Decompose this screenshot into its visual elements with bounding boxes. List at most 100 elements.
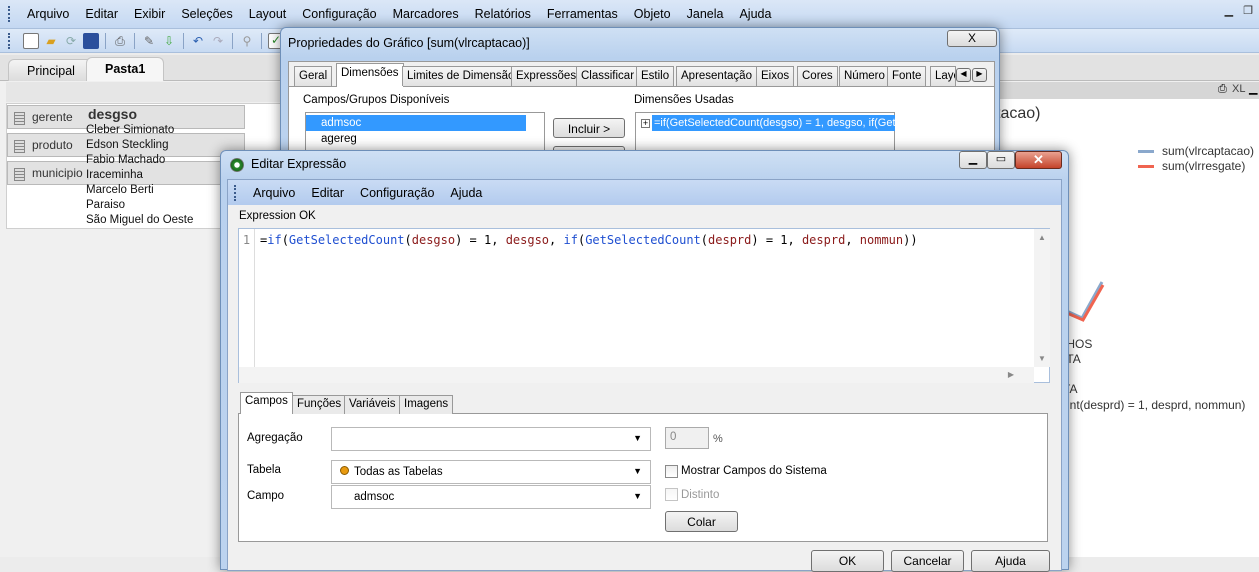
horizontal-scrollbar[interactable]: ▶ [239,367,1034,383]
reload-icon[interactable]: ⟳ [63,33,79,49]
menu-relatorios[interactable]: Relatórios [467,7,539,21]
tab-estilo[interactable]: Estilo [636,66,675,86]
menu-configuracao[interactable]: Configuração [352,186,442,200]
code-text: ) = 1, [751,233,802,247]
code-keyword: GetSelectedCount [585,233,701,247]
menu-arquivo[interactable]: Arquivo [245,186,303,200]
xl-export-icon[interactable]: XL [1232,83,1245,95]
open-icon[interactable]: ▰ [43,33,59,49]
legend-swatch [1138,149,1154,153]
tab-variaveis[interactable]: Variáveis [344,395,401,414]
menu-objeto[interactable]: Objeto [626,7,679,21]
tab-numero[interactable]: Número [839,66,890,86]
tab-limites[interactable]: Limites de Dimensão [402,66,520,86]
tab-dimensoes[interactable]: Dimensões [336,63,404,87]
undo-icon[interactable]: ↶ [190,33,206,49]
restore-icon[interactable]: ❐ [1243,4,1253,17]
print-icon[interactable]: ⎙ [112,33,128,49]
help-button[interactable]: Ajuda [971,550,1050,572]
menu-ajuda[interactable]: Ajuda [442,186,490,200]
close-button[interactable]: ✕ [1015,151,1062,169]
tab-pasta1[interactable]: Pasta1 [86,57,165,81]
separator [134,32,135,49]
tab-campos[interactable]: Campos [240,392,293,414]
tab-imagens[interactable]: Imagens [399,395,454,414]
list-item-selected[interactable]: =if(GetSelectedCount(desgso) = 1, desgso… [652,115,895,131]
expression-status: Expression OK [239,210,316,222]
menu-selecoes[interactable]: Seleções [173,7,240,21]
menu-editar[interactable]: Editar [77,7,126,21]
code-text: ( [404,233,412,247]
percent-sign: % [713,433,723,445]
list-item[interactable]: Edson Steckling [86,139,168,151]
campo-select[interactable]: admsoc ▼ [331,485,651,509]
menu-arquivo[interactable]: Arquivo [19,7,77,21]
print-icon[interactable]: ⎙ [1218,83,1227,96]
show-system-fields-checkbox[interactable] [665,465,678,478]
tab-geral[interactable]: Geral [294,66,333,86]
tab-principal[interactable]: Principal [8,59,94,81]
qlikview-logo-icon [230,158,244,172]
save-icon[interactable] [83,32,99,49]
reload-data-icon[interactable]: ⇩ [161,33,177,49]
table-dot-icon [340,466,349,475]
ok-button[interactable]: OK [811,550,884,572]
list-item[interactable]: Paraiso [86,199,125,211]
agregacao-label: Agregação [247,432,303,444]
expand-icon[interactable]: + [641,119,650,128]
menu-ferramentas[interactable]: Ferramentas [539,7,626,21]
close-button[interactable]: X [947,30,997,47]
menu-ajuda[interactable]: Ajuda [731,7,779,21]
code-keyword: if [267,233,282,247]
tab-expressoes[interactable]: Expressões [511,66,582,86]
colar-button[interactable]: Colar [665,511,738,532]
percent-input[interactable]: 0 [665,427,709,449]
minimize-button[interactable]: ▁ [959,151,987,169]
minimize-icon[interactable]: ▁ [1225,4,1233,17]
separator [105,32,106,49]
list-item-selected[interactable]: admsoc [306,115,526,131]
tab-layout[interactable]: Layo [930,66,956,86]
list-item[interactable]: agereg [306,131,544,147]
list-item[interactable]: São Miguel do Oeste [86,214,193,226]
list-item[interactable]: Cleber Simionato [86,124,174,136]
expression-code[interactable]: =if(GetSelectedCount(desgso) = 1, desgso… [260,233,918,247]
chevron-down-icon: ▼ [633,433,642,443]
chart-lines [1060,281,1105,322]
tab-scroll-right[interactable]: ▶ [972,68,987,82]
tab-eixos[interactable]: Eixos [756,66,795,86]
edit-script-icon[interactable]: ✎ [141,33,157,49]
expression-textarea[interactable]: 1 =if(GetSelectedCount(desgso) = 1, desg… [238,228,1050,383]
tab-scroll-left[interactable]: ◀ [956,68,971,82]
distinto-checkbox[interactable] [665,488,678,501]
code-field: desprd [708,233,752,247]
tabela-select[interactable]: Todas as Tabelas ▼ [331,460,651,484]
tab-cores[interactable]: Cores [797,66,838,86]
new-icon[interactable] [23,32,39,49]
used-dimensions-label: Dimensões Usadas [634,94,734,106]
list-item[interactable]: Fabio Machado [86,154,165,166]
edit-expression-dialog: Editar Expressão ▁ ▭ ✕ Arquivo Editar Co… [220,150,1069,572]
list-item[interactable]: Marcelo Berti [86,184,154,196]
list-item[interactable]: Iraceminha [86,169,143,181]
menu-exibir[interactable]: Exibir [126,7,173,21]
maximize-button[interactable]: ▭ [987,151,1015,169]
legend-label: sum(vlrcaptacao) [1162,144,1255,158]
menu-janela[interactable]: Janela [679,7,732,21]
menu-configuracao[interactable]: Configuração [294,7,384,21]
cancel-button[interactable]: Cancelar [891,550,964,572]
search-icon[interactable]: ⚲ [239,33,255,49]
tab-funcoes[interactable]: Funções [292,395,347,414]
vertical-scrollbar[interactable]: ▲ ▼ [1034,229,1050,367]
show-system-fields-label: Mostrar Campos do Sistema [681,465,827,477]
tab-fonte[interactable]: Fonte [887,66,927,86]
menu-layout[interactable]: Layout [241,7,295,21]
menu-marcadores[interactable]: Marcadores [385,7,467,21]
tab-classificar[interactable]: Classificar [576,66,640,86]
minimize-icon[interactable]: ▁ [1249,82,1257,95]
menu-editar[interactable]: Editar [303,186,352,200]
redo-icon[interactable]: ↷ [210,33,226,49]
include-button[interactable]: Incluir > [553,118,625,138]
agregacao-select[interactable]: ▼ [331,427,651,451]
tab-apresentacao[interactable]: Apresentação [676,66,757,86]
